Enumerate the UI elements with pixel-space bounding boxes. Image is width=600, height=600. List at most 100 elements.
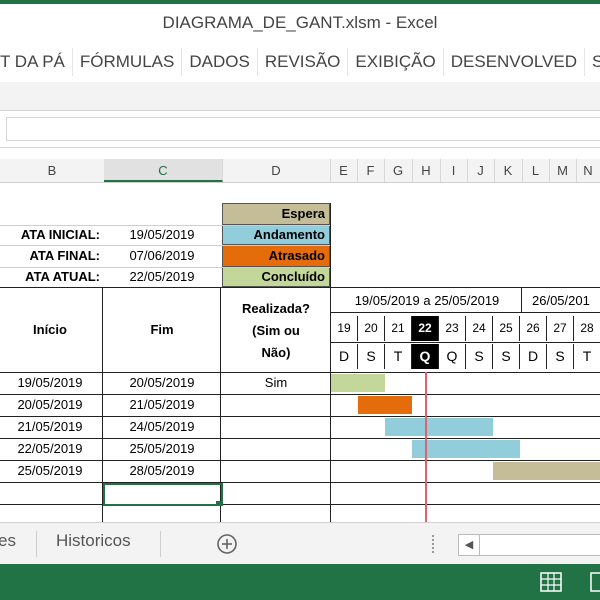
task-end-cell[interactable]: 21/05/2019	[104, 394, 220, 416]
tab-divider	[160, 531, 161, 557]
worksheet-grid[interactable]: ATA INICIAL: 19/05/2019 ATA FINAL: 07/06…	[0, 182, 600, 522]
column-header-m[interactable]: M	[549, 159, 577, 182]
task-start-cell[interactable]: 21/05/2019	[0, 416, 100, 438]
gridline	[0, 225, 330, 226]
column-header-i[interactable]: I	[440, 159, 468, 182]
weekday-cell: Q	[412, 344, 439, 369]
week-row-border	[330, 312, 600, 313]
column-header-b[interactable]: B	[0, 159, 105, 182]
task-end-cell[interactable]: 24/05/2019	[104, 416, 220, 438]
column-header-g[interactable]: G	[384, 159, 413, 182]
row-border	[0, 482, 600, 483]
value-data-atual[interactable]: 22/05/2019	[104, 267, 220, 287]
task-start-cell[interactable]: 20/05/2019	[0, 394, 100, 416]
header-realizada-line3: Não)	[261, 345, 291, 360]
legend-espera: Espera	[222, 203, 330, 225]
ribbon-tab[interactable]: EXIBIÇÃO	[348, 48, 444, 76]
ribbon-tab[interactable]: SU	[585, 48, 600, 76]
splitter-handle[interactable]	[432, 535, 437, 553]
column-header-j[interactable]: J	[467, 159, 495, 182]
column-header-h[interactable]: H	[412, 159, 441, 182]
value-data-final[interactable]: 07/06/2019	[104, 245, 220, 267]
ribbon-collapsed-area	[0, 82, 600, 110]
task-done-cell[interactable]	[222, 460, 330, 482]
formula-bar	[0, 110, 600, 148]
task-done-cell[interactable]	[222, 416, 330, 438]
day-row-border	[330, 342, 600, 343]
label-data-inicial: ATA INICIAL:	[20, 227, 100, 242]
legend-concluido: Concluído	[222, 267, 330, 287]
day-number-cell: 21	[385, 316, 412, 341]
header-realizada-line1: Realizada?	[242, 301, 310, 316]
column-header-l[interactable]: L	[522, 159, 550, 182]
task-done-cell[interactable]	[222, 394, 330, 416]
column-header-f[interactable]: F	[357, 159, 385, 182]
ribbon-tab[interactable]: T DA PÁ	[0, 48, 73, 76]
fill-handle[interactable]	[216, 501, 221, 506]
plus-circle-icon[interactable]	[216, 533, 238, 555]
day-number-cell: 19	[331, 316, 358, 341]
week-header-1: 19/05/2019 a 25/05/2019	[354, 293, 500, 308]
value-data-inicial[interactable]: 19/05/2019	[104, 225, 220, 245]
column-header-n[interactable]: N	[576, 159, 600, 182]
column-header-c[interactable]: C	[104, 159, 223, 182]
day-number-cell: 24	[466, 316, 493, 341]
ribbon-tab[interactable]: DESENVOLVED	[444, 48, 586, 76]
column-header-k[interactable]: K	[494, 159, 523, 182]
column-header-e[interactable]: E	[330, 159, 358, 182]
status-bar	[0, 564, 600, 600]
task-end-cell[interactable]: 28/05/2019	[104, 460, 220, 482]
ribbon-tab[interactable]: REVISÃO	[258, 48, 349, 76]
week-divider	[521, 287, 522, 312]
weekday-cell: S	[493, 344, 520, 369]
gantt-bar-andamento	[412, 440, 520, 458]
gantt-bar-andamento	[385, 418, 493, 436]
weekday-cell: D	[331, 344, 358, 369]
day-number-cell: 26	[520, 316, 547, 341]
weekday-cell: S	[466, 344, 493, 369]
day-number-cell: 23	[439, 316, 466, 341]
selected-cell[interactable]	[103, 483, 223, 506]
day-number-cell: 27	[547, 316, 574, 341]
task-end-cell[interactable]: 20/05/2019	[104, 372, 220, 394]
formula-input[interactable]	[6, 117, 600, 141]
normal-view-icon[interactable]	[540, 572, 562, 592]
ribbon-tabs: T DA PÁ FÓRMULAS DADOS REVISÃO EXIBIÇÃO DESEN…	[0, 42, 600, 82]
ribbon-tab[interactable]: DADOS	[182, 48, 258, 76]
weekday-cell: S	[358, 344, 385, 369]
gantt-bar-concluido	[331, 374, 385, 392]
task-done-cell[interactable]	[222, 438, 330, 460]
row-border	[0, 504, 600, 505]
gantt-bar-atrasado	[358, 396, 412, 414]
window-title: DIAGRAMA_DE_GANT.xlsm - Excel	[0, 4, 600, 42]
sheet-tabs-bar: es Historicos ◀	[0, 522, 600, 565]
task-end-cell[interactable]: 25/05/2019	[104, 438, 220, 460]
header-inicio: Início	[33, 322, 67, 337]
label-data-final: ATA FINAL:	[29, 248, 100, 263]
gridline	[0, 267, 330, 268]
weekday-cell: T	[385, 344, 412, 369]
day-number-cell: 28	[574, 316, 600, 341]
sheet-tab-historicos[interactable]: Historicos	[56, 531, 131, 551]
legend-andamento: Andamento	[222, 225, 330, 245]
weekday-cell: Q	[439, 344, 466, 369]
today-marker-line	[425, 372, 427, 522]
scroll-left-icon[interactable]: ◀	[459, 535, 480, 555]
page-layout-icon[interactable]	[590, 572, 600, 592]
column-headers: BCDEFGHIJKLMN	[0, 159, 600, 183]
tab-divider	[36, 531, 37, 557]
week-header-2: 26/05/201	[532, 293, 590, 308]
horizontal-scrollbar[interactable]: ◀	[458, 534, 600, 556]
day-number-cell: 20	[358, 316, 385, 341]
sheet-tab-partial[interactable]: es	[0, 531, 16, 551]
task-start-cell[interactable]: 22/05/2019	[0, 438, 100, 460]
task-done-cell[interactable]: Sim	[222, 372, 330, 394]
weekday-cell: S	[547, 344, 574, 369]
column-header-d[interactable]: D	[222, 159, 331, 182]
gantt-bar-espera	[493, 462, 600, 480]
task-start-cell[interactable]: 25/05/2019	[0, 460, 100, 482]
task-start-cell[interactable]: 19/05/2019	[0, 372, 100, 394]
ribbon-tab[interactable]: FÓRMULAS	[73, 48, 183, 76]
label-data-atual: ATA ATUAL:	[25, 269, 100, 284]
legend-atrasado: Atrasado	[222, 245, 330, 267]
